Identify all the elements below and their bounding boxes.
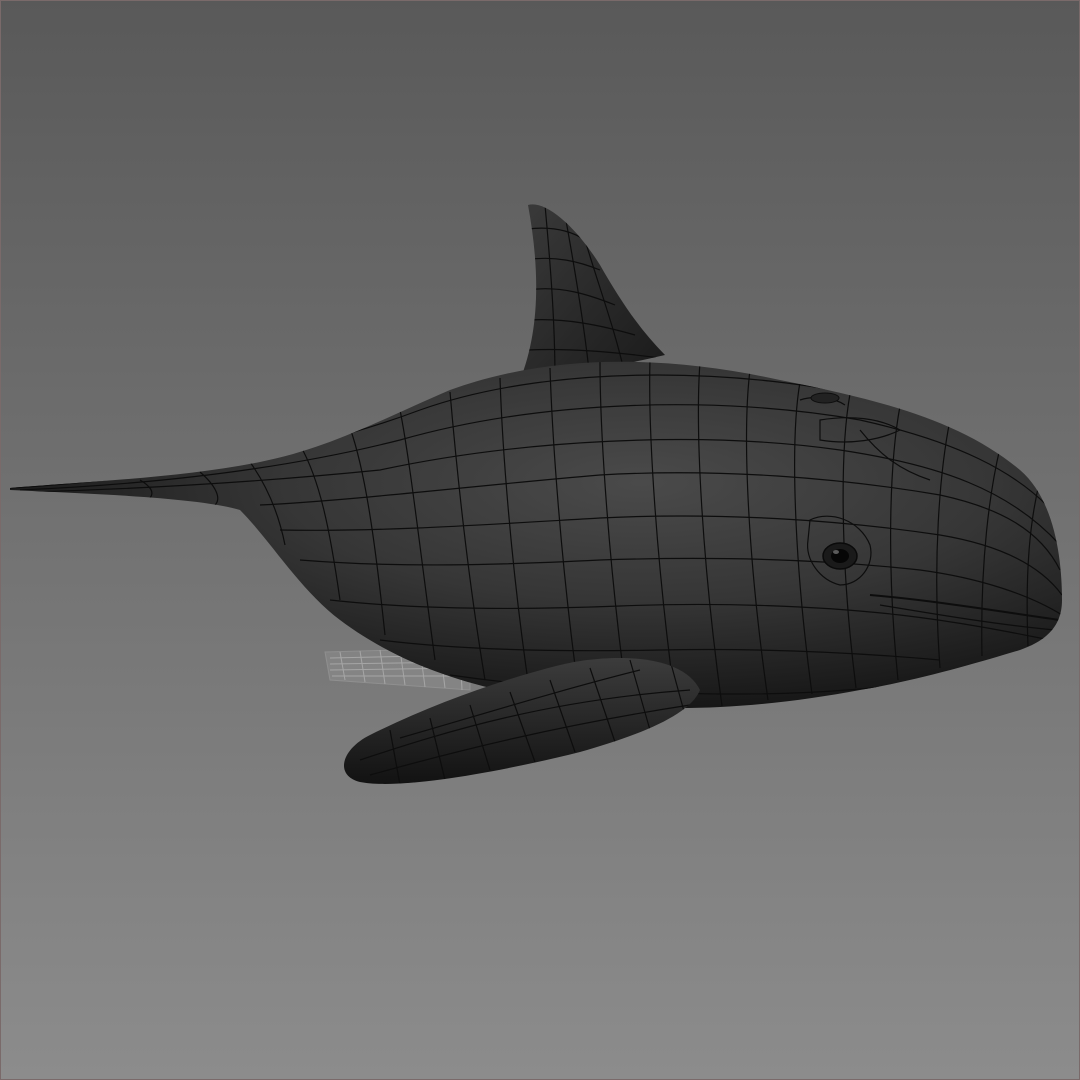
- dolphin-body[interactable]: [10, 360, 1062, 709]
- dorsal-fin[interactable]: [520, 204, 665, 380]
- eye: [822, 542, 858, 570]
- blowhole: [810, 392, 840, 404]
- 3d-viewport[interactable]: [0, 0, 1080, 1080]
- viewport-canvas[interactable]: [0, 0, 1080, 1080]
